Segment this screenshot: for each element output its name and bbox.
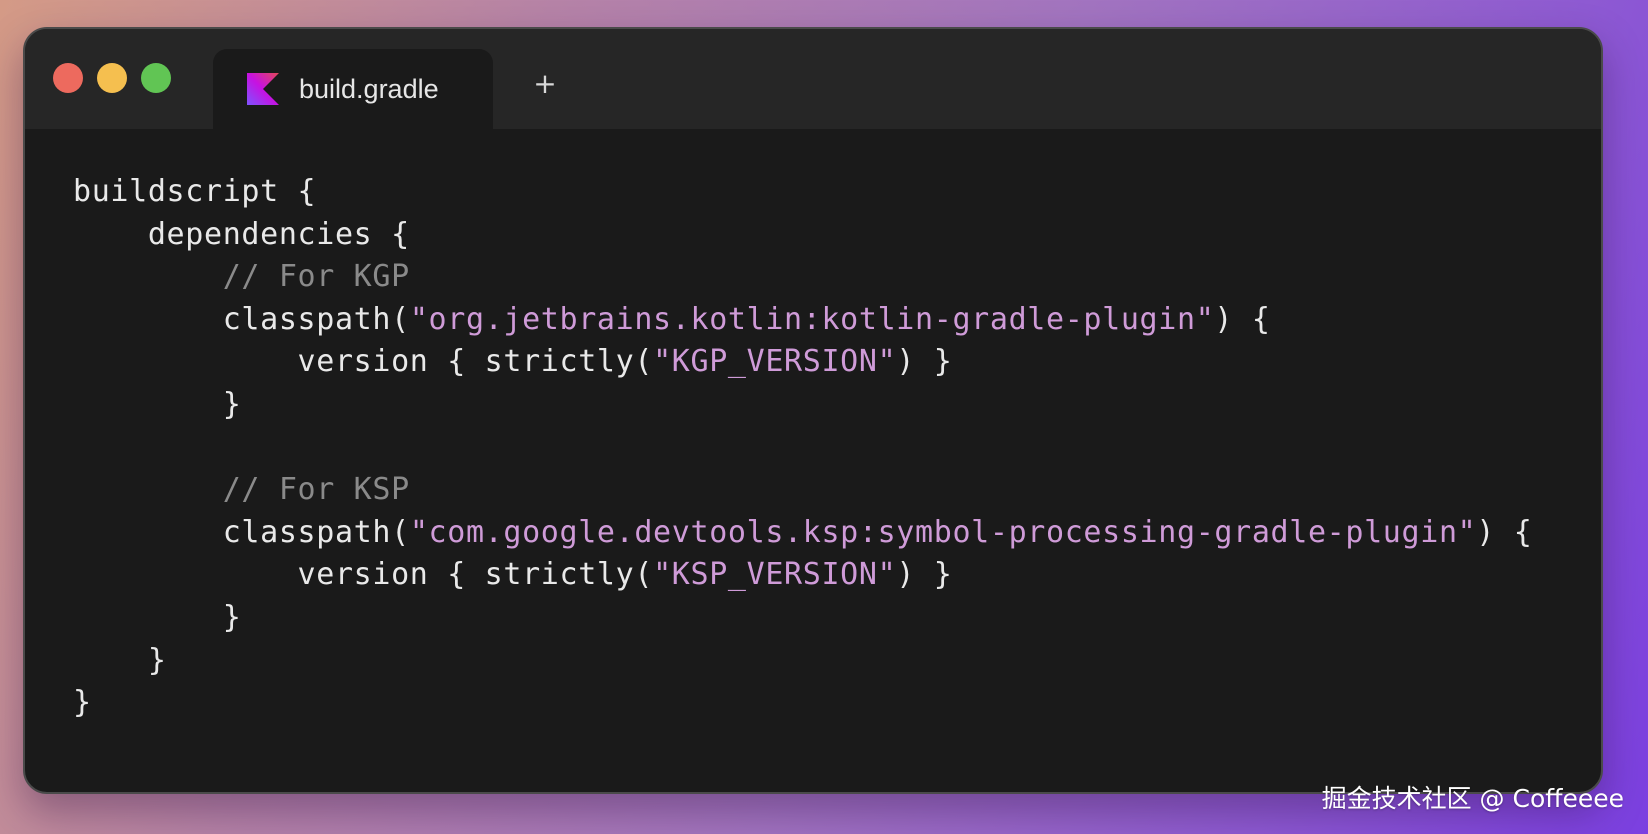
code-text: } [73,685,92,721]
code-line: dependencies { [73,214,1533,257]
code-line: } [73,682,1533,725]
code-text: buildscript { [73,174,317,209]
code-text: ) { [1214,301,1271,337]
tab-label: build.gradle [299,74,439,104]
code-text: version { strictly( [73,344,654,380]
code-string: "com.google.devtools.ksp:symbol-processi… [409,514,1477,550]
code-line: // For KGP [73,256,1533,299]
code-line: version { strictly("KGP_VERSION") } [73,341,1533,384]
code-line: version { strictly("KSP_VERSION") } [73,554,1533,597]
code-text: ) { [1476,514,1533,550]
code-line: } [73,384,1533,427]
code-text: version { strictly( [73,557,654,593]
code-line: buildscript { [73,171,1533,214]
new-tab-button[interactable]: + [530,69,560,99]
code-text: ) } [896,344,953,380]
code-line: } [73,640,1533,683]
code-text: } [73,599,242,635]
code-text: dependencies { [73,216,410,252]
watermark: 掘金技术社区 @ Coffeeee [1321,784,1624,813]
code-text: classpath( [73,301,410,337]
code-comment: // For KSP [222,472,410,508]
code-string: "KSP_VERSION" [653,557,897,593]
tab-build-gradle[interactable]: build.gradle [213,49,493,129]
code-string: "KGP_VERSION" [653,344,897,380]
code-comment: // For KGP [222,259,410,295]
kotlin-logo-icon [247,73,279,105]
code-line: // For KSP [73,469,1533,512]
code-text: classpath( [73,514,410,550]
code-window: build.gradle + buildscript { dependencie… [23,27,1603,794]
title-bar: build.gradle + [25,29,1601,129]
code-line: classpath("org.jetbrains.kotlin:kotlin-g… [73,299,1533,342]
minimize-window-button[interactable] [97,63,127,93]
code-text: ) } [896,557,953,593]
code-line: classpath("com.google.devtools.ksp:symbo… [73,512,1533,555]
code-text: } [73,386,242,422]
code-text: } [73,642,167,678]
code-line: } [73,597,1533,640]
code-editor[interactable]: buildscript { dependencies { // For KGP … [73,171,1533,725]
code-string: "org.jetbrains.kotlin:kotlin-gradle-plug… [409,301,1215,337]
maximize-window-button[interactable] [141,63,171,93]
close-window-button[interactable] [53,63,83,93]
